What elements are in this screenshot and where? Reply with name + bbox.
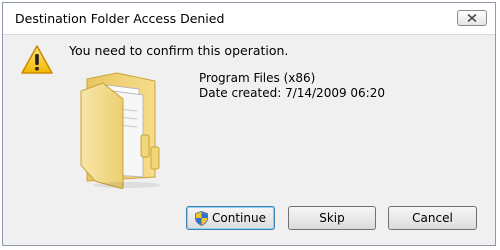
skip-button[interactable]: Skip (288, 206, 376, 230)
uac-shield-icon (195, 210, 208, 226)
skip-label: Skip (319, 211, 345, 225)
item-info: Program Files (x86) Date created: 7/14/2… (199, 71, 385, 101)
confirmation-message: You need to confirm this operation. (69, 43, 289, 58)
date-created: Date created: 7/14/2009 06:20 (199, 86, 385, 100)
folder-icon (80, 72, 161, 189)
warning-icon (21, 45, 53, 74)
cancel-label: Cancel (412, 211, 453, 225)
dialog-window: Destination Folder Access Denied You nee… (2, 2, 496, 246)
continue-button[interactable]: Continue (186, 206, 275, 230)
close-icon (467, 14, 477, 22)
cancel-button[interactable]: Cancel (388, 206, 477, 230)
close-button[interactable] (457, 10, 487, 26)
dialog-title: Destination Folder Access Denied (15, 11, 225, 26)
folder-name: Program Files (x86) (199, 71, 316, 85)
continue-label: Continue (212, 211, 266, 225)
title-bar[interactable]: Destination Folder Access Denied (3, 3, 495, 35)
